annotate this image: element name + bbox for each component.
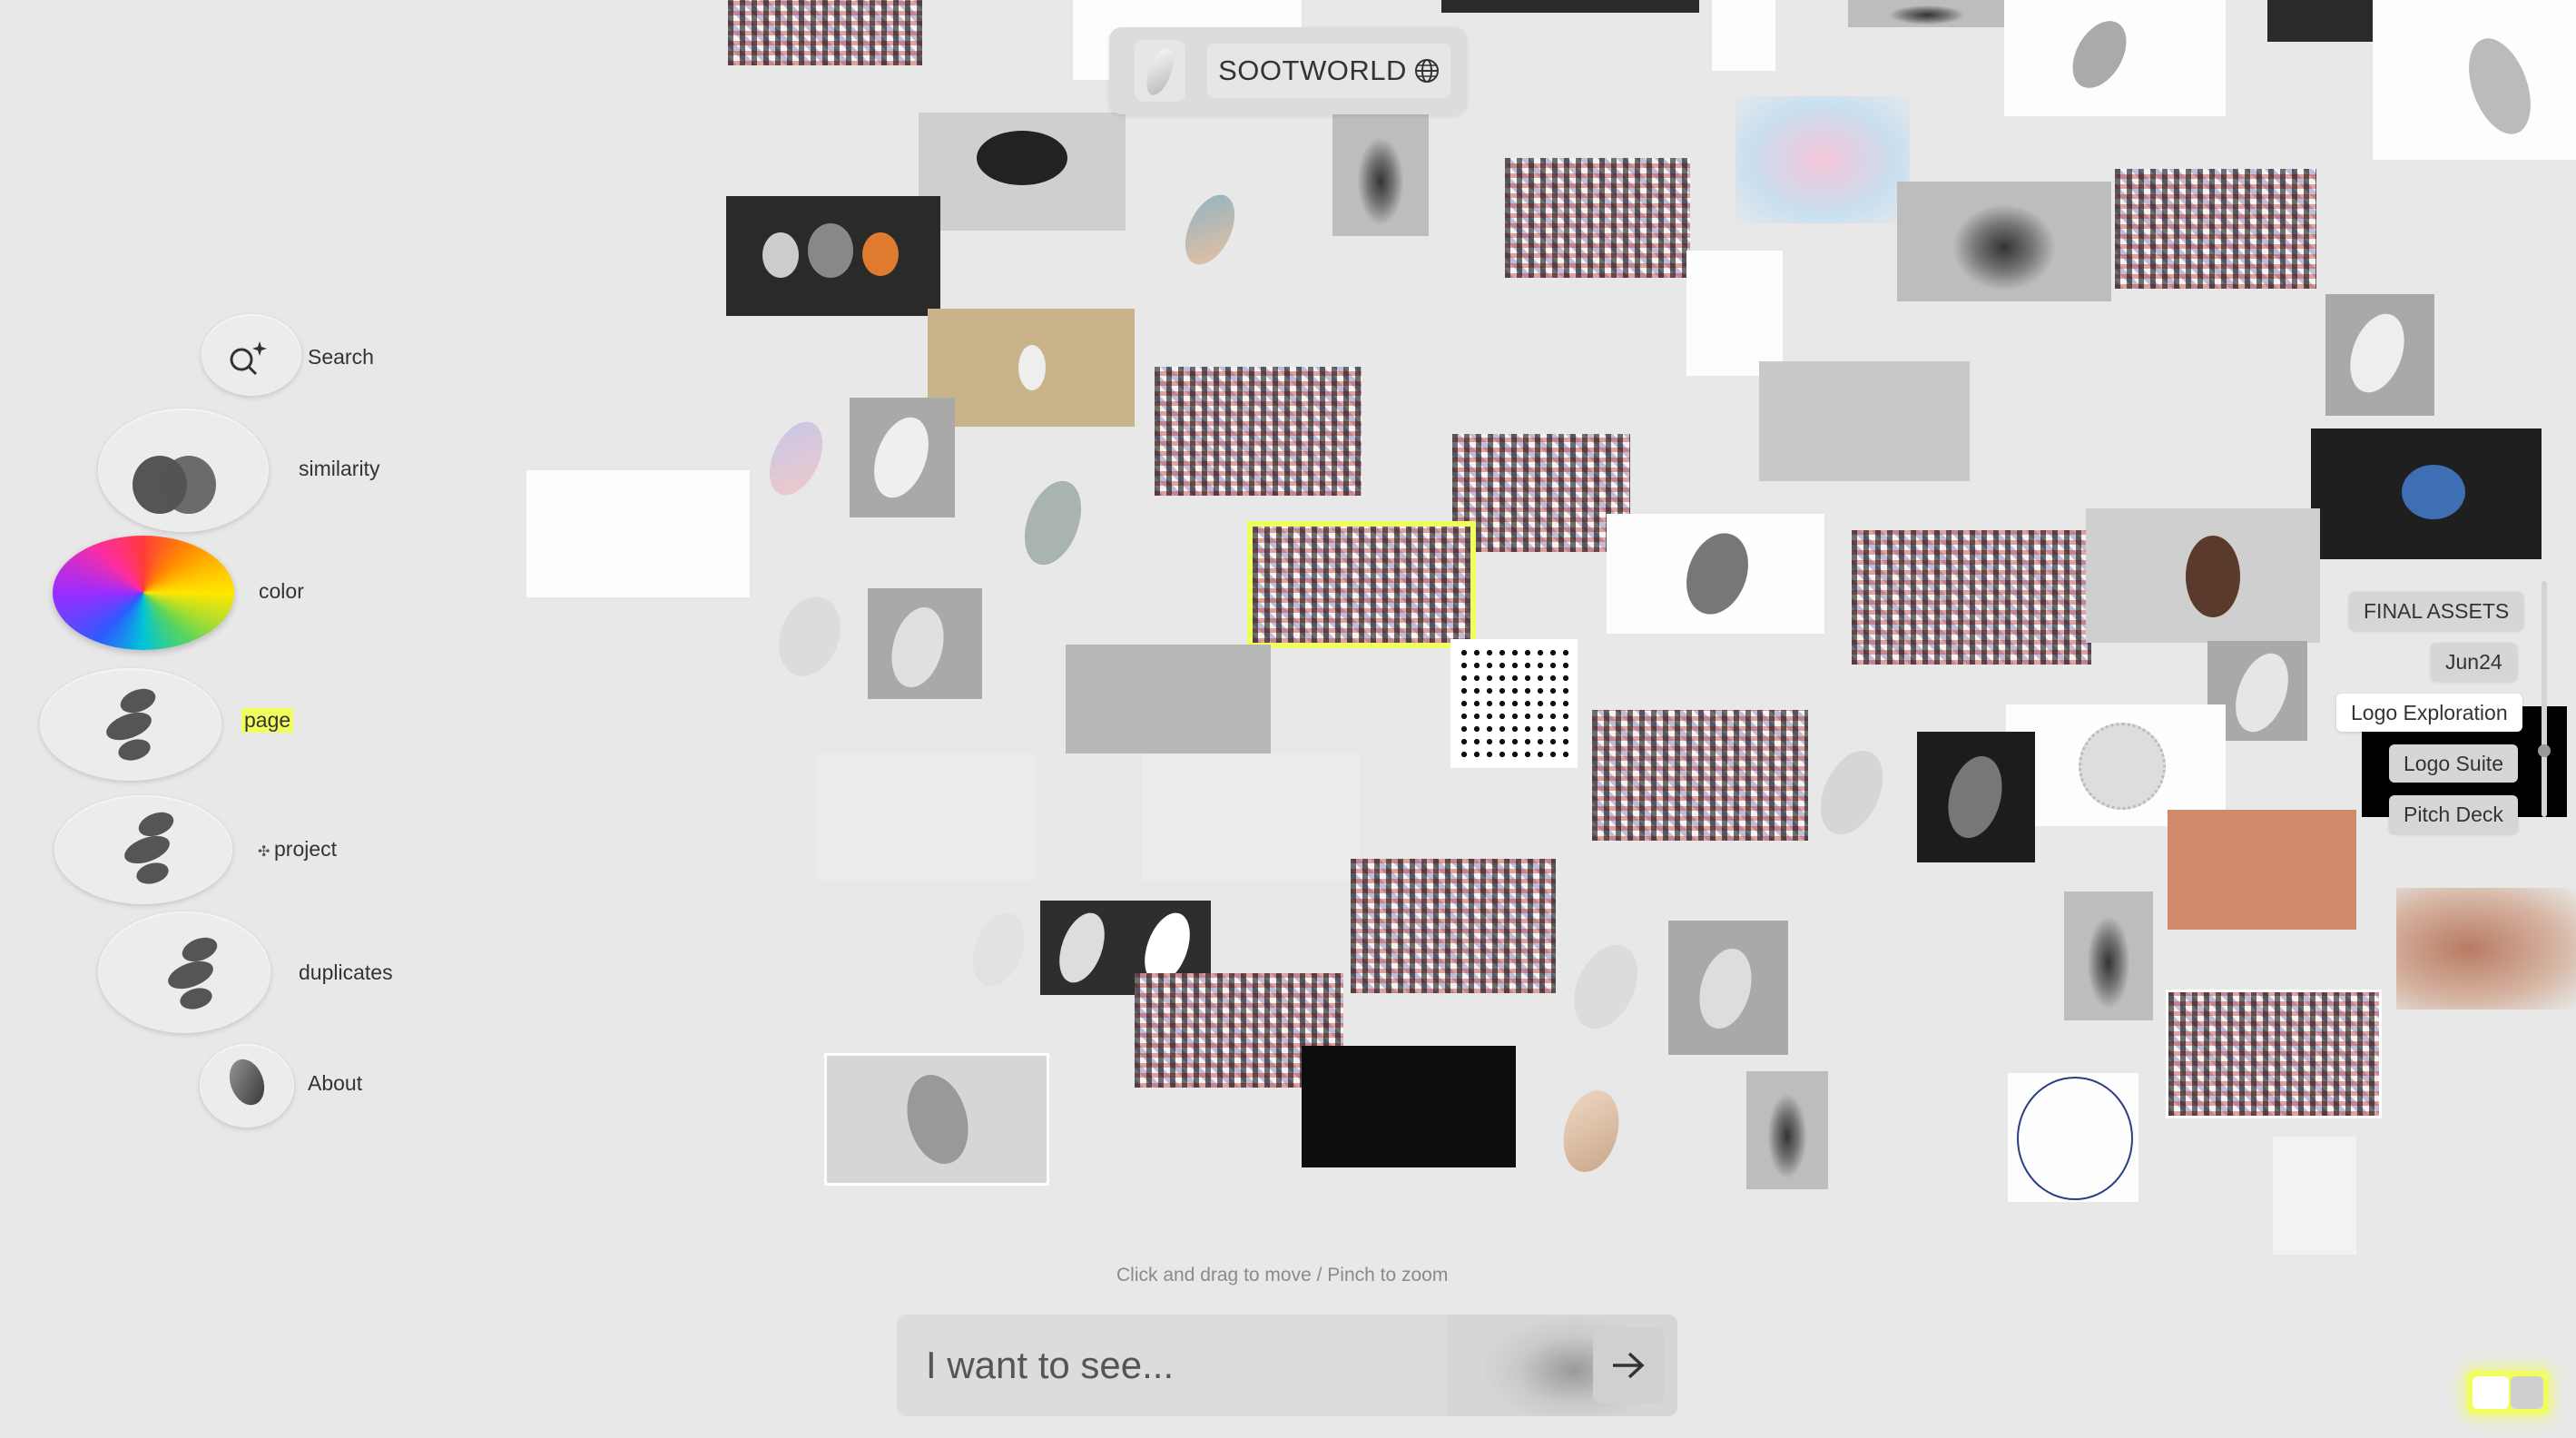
logo-egg-icon[interactable] <box>1135 40 1185 102</box>
canvas-tile[interactable] <box>919 113 1126 231</box>
tag-jun24[interactable]: Jun24 <box>2431 643 2517 681</box>
canvas-tile[interactable] <box>2168 810 2356 930</box>
tag-logo-exploration[interactable]: Logo Exploration <box>2336 694 2522 732</box>
theme-toggle[interactable] <box>2467 1371 2549 1414</box>
canvas-hint: Click and drag to move / Pinch to zoom <box>1116 1265 1449 1285</box>
canvas-tile[interactable] <box>1917 732 2035 862</box>
tag-logo-suite[interactable]: Logo Suite <box>2389 744 2518 783</box>
canvas-tile[interactable] <box>2166 990 2382 1118</box>
canvas-tile[interactable] <box>1668 921 1788 1055</box>
canvas-tile[interactable] <box>1746 1071 1828 1189</box>
canvas-tile[interactable] <box>1897 182 2111 301</box>
search-sparkle-icon <box>225 338 269 382</box>
sidebar-item-label: color <box>259 579 304 603</box>
color-wheel-icon <box>53 536 234 650</box>
canvas-egg[interactable] <box>768 587 851 685</box>
arrow-right-icon <box>1609 1350 1647 1381</box>
canvas-tile[interactable] <box>2006 704 2226 826</box>
canvas-tile[interactable] <box>2008 1073 2138 1202</box>
brand-title: SOOTWORLD <box>1218 54 1407 86</box>
canvas-tile[interactable] <box>2325 294 2434 416</box>
pebbles-icon <box>102 686 167 767</box>
canvas-egg[interactable] <box>1561 934 1650 1039</box>
canvas-tile[interactable] <box>2373 0 2576 160</box>
sidebar-item-label: project <box>274 837 338 861</box>
canvas-tile[interactable] <box>2004 0 2226 116</box>
canvas-tile[interactable] <box>1852 530 2091 665</box>
prompt-input[interactable] <box>897 1315 1568 1416</box>
canvas-tile[interactable] <box>1441 0 1699 13</box>
canvas-tile[interactable] <box>2273 1137 2356 1255</box>
tag-pitch-deck[interactable]: Pitch Deck <box>2389 795 2518 833</box>
canvas-tile[interactable] <box>2086 508 2320 643</box>
canvas-tile[interactable] <box>1155 367 1362 496</box>
prompt-box <box>897 1315 1677 1416</box>
sidebar-item-label: duplicates <box>299 960 393 984</box>
canvas-tile[interactable] <box>1712 0 1775 71</box>
top-bar: SOOTWORLD <box>1109 27 1467 114</box>
canvas-tile[interactable] <box>1686 251 1783 376</box>
canvas-tile[interactable] <box>850 398 955 517</box>
canvas-egg[interactable] <box>1555 1084 1627 1178</box>
canvas-tile[interactable] <box>1142 753 1360 881</box>
canvas-egg[interactable] <box>759 413 833 504</box>
canvas-tile[interactable] <box>824 1053 1049 1186</box>
sidebar-item-label: About <box>308 1071 363 1095</box>
canvas-tile[interactable] <box>1332 114 1429 236</box>
canvas-tile[interactable] <box>1351 859 1556 993</box>
sidebar-item-label: page <box>241 708 294 733</box>
canvas-egg[interactable] <box>1175 187 1245 272</box>
canvas-tile[interactable] <box>1505 158 1690 278</box>
canvas-tile[interactable] <box>1450 639 1578 768</box>
canvas-tile[interactable] <box>1452 434 1630 552</box>
sidebar-item-label: Search <box>308 345 374 369</box>
canvas-tile[interactable] <box>1759 361 1970 481</box>
pebbles-icon <box>120 810 185 891</box>
canvas-tile[interactable] <box>526 470 750 597</box>
pebbles-icon <box>163 935 229 1016</box>
canvas-tile[interactable] <box>1607 514 1824 634</box>
canvas-tile[interactable] <box>726 196 940 316</box>
canvas-tile[interactable] <box>817 753 1035 881</box>
canvas-tile[interactable] <box>1592 710 1808 841</box>
canvas-tile[interactable] <box>868 588 982 699</box>
canvas-tile[interactable] <box>2396 888 2576 1010</box>
brand-button[interactable]: SOOTWORLD <box>1207 44 1450 98</box>
canvas-tile[interactable] <box>2064 891 2153 1020</box>
canvas-tile[interactable] <box>928 309 1135 427</box>
canvas-tile[interactable] <box>1848 0 2006 27</box>
canvas-egg[interactable] <box>1014 473 1092 573</box>
canvas-egg[interactable] <box>1808 740 1895 845</box>
canvas-tile[interactable] <box>2115 169 2316 289</box>
overlap-circles-icon <box>127 452 221 522</box>
submit-button[interactable] <box>1593 1327 1664 1404</box>
sparkle-small-icon: ✣ <box>258 844 270 860</box>
canvas-egg[interactable] <box>963 905 1034 994</box>
tag-final-assets[interactable]: FINAL ASSETS <box>2349 592 2524 630</box>
scrollbar[interactable] <box>2538 581 2551 817</box>
toggle-track <box>2511 1376 2543 1409</box>
toggle-knob <box>2473 1376 2509 1409</box>
canvas-tile[interactable] <box>1735 96 1910 223</box>
canvas-tile[interactable] <box>1247 521 1476 648</box>
globe-icon <box>1414 58 1440 84</box>
canvas-tile[interactable] <box>1066 645 1271 753</box>
canvas-tile[interactable] <box>1302 1046 1516 1167</box>
canvas-tile[interactable] <box>728 0 922 65</box>
sidebar-item-label: similarity <box>299 457 380 480</box>
canvas-tile[interactable] <box>2311 428 2542 559</box>
